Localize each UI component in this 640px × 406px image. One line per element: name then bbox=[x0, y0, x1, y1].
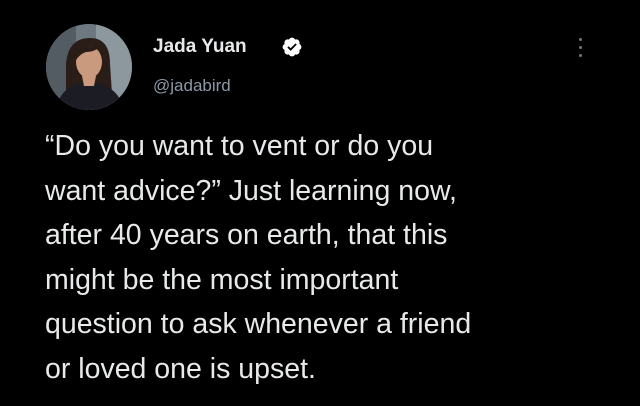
tweet-text: “Do you want to vent or do you want advi… bbox=[45, 124, 625, 391]
author-handle[interactable]: @jadabird bbox=[153, 76, 231, 96]
tweet-text-line: might be the most important bbox=[45, 263, 399, 296]
avatar-image bbox=[46, 24, 132, 110]
author-avatar[interactable] bbox=[46, 24, 132, 110]
tweet-text-line: after 40 years on earth, that this bbox=[45, 219, 448, 251]
tweet-text-line: question to ask whenever a friend bbox=[45, 308, 472, 340]
tweet-text-line: or loved one is upset. bbox=[45, 352, 316, 385]
more-vertical-icon[interactable] bbox=[572, 38, 588, 64]
tweet-card: Jada Yuan @jadabird “Do you want to vent… bbox=[0, 0, 640, 406]
tweet-text-line: want advice?” Just learning now, bbox=[45, 174, 457, 207]
verified-badge-icon bbox=[282, 37, 302, 57]
author-name[interactable]: Jada Yuan bbox=[153, 36, 247, 58]
tweet-text-line: “Do you want to vent or do you bbox=[45, 130, 434, 162]
